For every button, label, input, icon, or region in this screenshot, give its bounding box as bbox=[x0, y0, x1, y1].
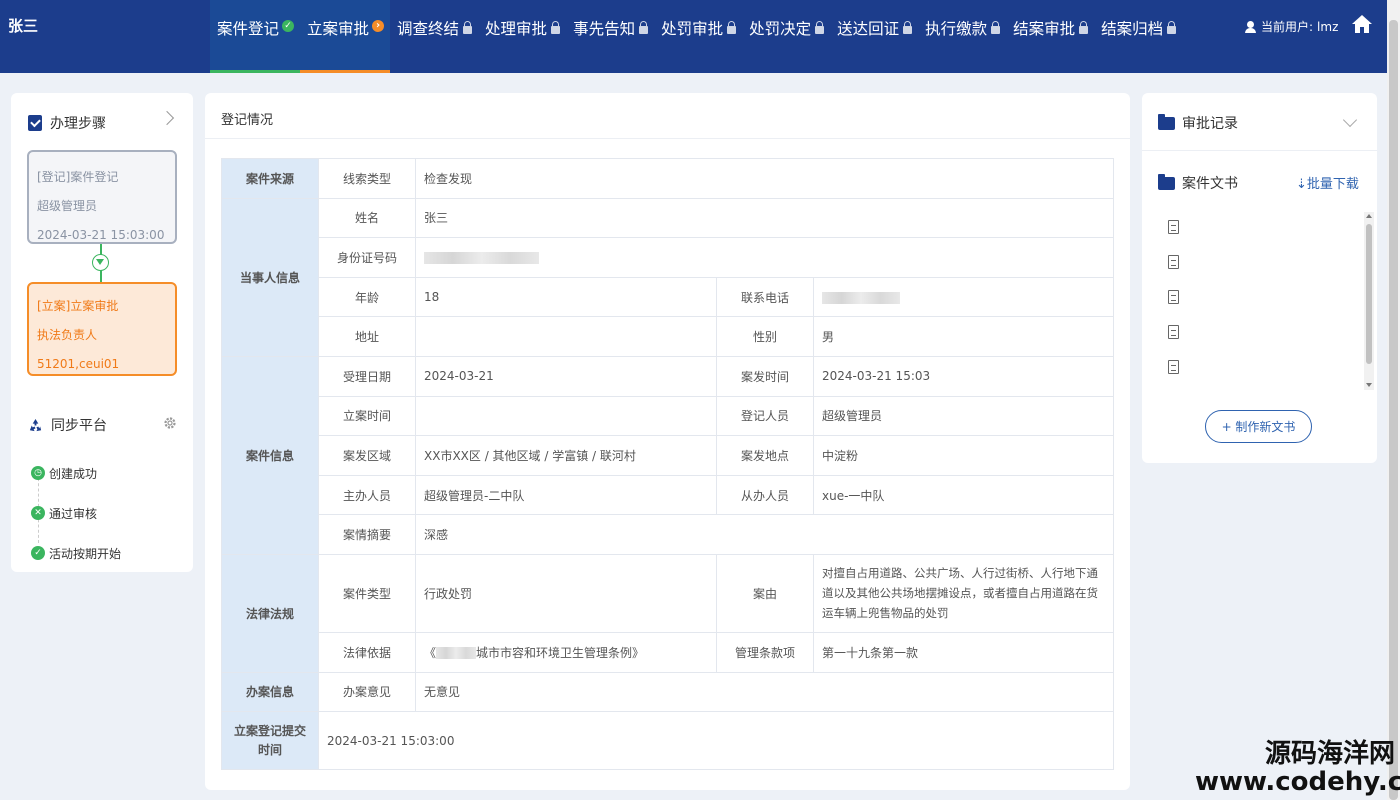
table-row: 案件来源 线索类型 检查发现 bbox=[221, 158, 1114, 199]
nav-prior-notice[interactable]: 事先告知 bbox=[566, 0, 654, 73]
section-case: 案件信息 bbox=[221, 355, 319, 555]
table-row: 案件信息 受理日期 2024-03-21 案发时间 2024-03-21 15:… bbox=[221, 355, 1114, 555]
nav-closing-approval[interactable]: 结案审批 bbox=[1006, 0, 1094, 73]
nav-case-register[interactable]: 案件登记 ✓ bbox=[210, 0, 301, 73]
recycle-icon bbox=[29, 418, 42, 431]
step-card-register[interactable]: [登记]案件登记 超级管理员 2024-03-21 15:03:00 bbox=[27, 150, 177, 244]
watermark: 源码海洋网 www.codehy.com bbox=[1195, 739, 1400, 797]
id-number-redacted bbox=[415, 237, 1114, 278]
current-user-name: lmz bbox=[1317, 19, 1339, 34]
nav-investigation-end[interactable]: 调查终结 bbox=[390, 0, 478, 73]
nav-delivery-receipt[interactable]: 送达回证 bbox=[830, 0, 918, 73]
table-row: 身份证号码 bbox=[222, 237, 1114, 278]
panel-title: 登记情况 bbox=[221, 113, 274, 128]
document-icon[interactable] bbox=[1168, 220, 1179, 234]
documents-panel: 审批记录 案件文书 ⇣批量下载 + 制作新文书 bbox=[1142, 93, 1377, 463]
case-docs-header: 案件文书 bbox=[1158, 173, 1238, 193]
lock-icon bbox=[991, 21, 1001, 34]
nav-execution-payment[interactable]: 执行缴款 bbox=[918, 0, 1006, 73]
sync-platform-header: 同步平台 bbox=[28, 415, 107, 435]
steps-panel: 办理步骤 [登记]案件登记 超级管理员 2024-03-21 15:03:00 … bbox=[11, 93, 193, 572]
check-circle-icon: ✓ bbox=[282, 20, 295, 32]
lock-icon bbox=[551, 21, 561, 34]
page-scrollbar[interactable] bbox=[1387, 0, 1400, 800]
gear-icon[interactable] bbox=[163, 416, 177, 430]
nav-filing-approval[interactable]: 立案审批 › bbox=[300, 0, 391, 73]
sync-item: ✕ 通过审核 bbox=[31, 493, 121, 533]
table-row: 案情摘要 深感 bbox=[222, 514, 1114, 555]
folder-icon bbox=[1158, 113, 1175, 130]
nav-handle-approval[interactable]: 处理审批 bbox=[478, 0, 566, 73]
arrow-down-circle-icon bbox=[92, 254, 109, 271]
doc-list-scrollbar[interactable] bbox=[1364, 212, 1374, 390]
document-icon[interactable] bbox=[1168, 290, 1179, 304]
nav-penalty-approval[interactable]: 处罚审批 bbox=[654, 0, 742, 73]
table-row: 法律依据 《城市市容和环境卫生管理条例》 管理条款项 第一十九条第一款 bbox=[222, 631, 1114, 673]
workflow-nav: 案件登记 ✓ 立案审批 › 调查终结 处理审批 事先告知 处罚审批 处罚决定 送… bbox=[210, 0, 1182, 73]
scroll-down-icon[interactable] bbox=[1366, 383, 1372, 387]
scroll-up-icon[interactable] bbox=[1366, 214, 1372, 218]
legal-basis: 《城市市容和环境卫生管理条例》 bbox=[415, 631, 717, 673]
registration-table: 案件来源 线索类型 检查发现 当事人信息 姓名 张三 身份证号码 年龄 18 联… bbox=[221, 158, 1114, 771]
top-navbar: 张三 案件登记 ✓ 立案审批 › 调查终结 处理审批 事先告知 处罚审批 处罚决… bbox=[0, 0, 1400, 73]
sync-item: ✓ 活动按期开始 bbox=[31, 533, 121, 573]
section-handle: 办案信息 bbox=[221, 671, 319, 713]
document-icon[interactable] bbox=[1168, 325, 1179, 339]
divider bbox=[1142, 150, 1377, 151]
table-row: 主办人员 超级管理员-二中队 从办人员 xue-一中队 bbox=[222, 474, 1114, 516]
section-party: 当事人信息 bbox=[221, 197, 319, 357]
sync-item: ◷ 创建成功 bbox=[31, 453, 121, 493]
clock-icon: ◷ bbox=[31, 466, 45, 480]
batch-download-link[interactable]: ⇣批量下载 bbox=[1296, 173, 1359, 192]
step-card-filing[interactable]: [立案]立案审批 执法负责人51201,ceui01 bbox=[27, 282, 177, 376]
document-icon[interactable] bbox=[1168, 255, 1179, 269]
home-icon[interactable] bbox=[1351, 14, 1373, 34]
table-row: 法律法规 案件类型 行政处罚 案由 对擅自占用道路、公共广场、人行过街桥、人行地… bbox=[221, 553, 1114, 673]
lock-icon bbox=[903, 21, 913, 34]
chevron-down-icon[interactable] bbox=[1342, 112, 1358, 128]
lock-icon bbox=[1079, 21, 1089, 34]
table-row: 当事人信息 姓名 张三 bbox=[221, 197, 1114, 357]
table-row: 办案信息 办案意见 无意见 bbox=[221, 671, 1114, 713]
close-circle-icon: ✕ bbox=[31, 506, 45, 520]
divider bbox=[205, 138, 1130, 139]
current-user: 当前用户: lmz bbox=[1245, 18, 1338, 35]
registration-panel: 登记情况 案件来源 线索类型 检查发现 当事人信息 姓名 张三 身份证号码 年龄… bbox=[205, 93, 1130, 790]
arrow-circle-icon: › bbox=[372, 20, 385, 32]
table-row: 地址 性别 男 bbox=[222, 316, 1114, 357]
scroll-thumb[interactable] bbox=[1366, 224, 1372, 364]
page-scroll-thumb[interactable] bbox=[1389, 20, 1398, 800]
phone-redacted bbox=[813, 276, 1114, 318]
user-icon bbox=[1245, 20, 1256, 33]
document-list bbox=[1168, 220, 1179, 395]
table-row: 立案时间 登记人员 超级管理员 bbox=[222, 395, 1114, 437]
section-source: 案件来源 bbox=[221, 158, 319, 199]
lock-icon bbox=[463, 21, 473, 34]
folder-icon bbox=[1158, 173, 1175, 190]
approval-records-header[interactable]: 审批记录 bbox=[1158, 113, 1238, 133]
create-document-button[interactable]: + 制作新文书 bbox=[1205, 410, 1312, 443]
check-circle-icon: ✓ bbox=[31, 546, 45, 560]
current-user-label: 当前用户: bbox=[1261, 20, 1314, 34]
steps-header: 办理步骤 bbox=[28, 113, 106, 133]
table-row: 立案登记提交时间 2024-03-21 15:03:00 bbox=[221, 711, 1114, 771]
sync-list: ◷ 创建成功 ✕ 通过审核 ✓ 活动按期开始 bbox=[31, 453, 121, 573]
section-submit-time: 立案登记提交时间 bbox=[221, 711, 319, 771]
chevron-right-icon[interactable] bbox=[159, 110, 175, 126]
lock-icon bbox=[727, 21, 737, 34]
lock-icon bbox=[639, 21, 649, 34]
section-law: 法律法规 bbox=[221, 553, 319, 673]
table-row: 年龄 18 联系电话 bbox=[222, 276, 1114, 318]
nav-closing-archive[interactable]: 结案归档 bbox=[1094, 0, 1182, 73]
document-icon[interactable] bbox=[1168, 360, 1179, 374]
table-row: 案发区域 XX市XX区 / 其他区域 / 学富镇 / 联河村 案发地点 中淀粉 bbox=[222, 435, 1114, 476]
lock-icon bbox=[815, 21, 825, 34]
clipboard-check-icon bbox=[28, 115, 42, 131]
lock-icon bbox=[1167, 21, 1177, 34]
brand-title: 张三 bbox=[8, 17, 39, 35]
nav-penalty-decision[interactable]: 处罚决定 bbox=[742, 0, 830, 73]
